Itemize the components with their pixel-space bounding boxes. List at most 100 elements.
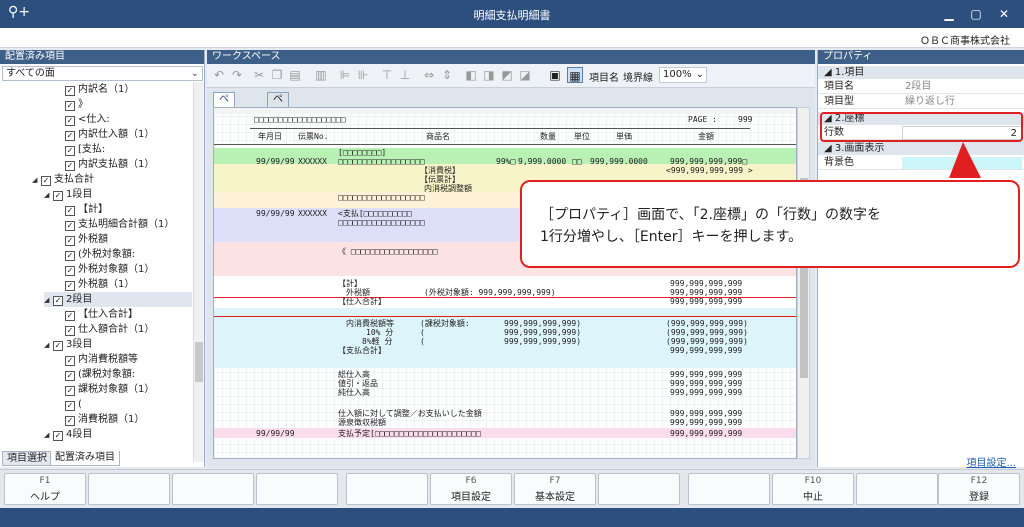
tree-item[interactable]: ✓ 仕入額合計（1） <box>56 322 192 337</box>
item-checkbox[interactable]: ✓ <box>65 371 75 381</box>
same-height-icon[interactable]: ⇕ <box>439 67 455 83</box>
tree-item[interactable]: ✓ (外税対象額: <box>56 247 192 262</box>
report-canvas[interactable]: □□□□□□□□□□□□□□□□□□□ PAGE : 999 年月日 伝票No.… <box>213 107 797 459</box>
tab-placed-items[interactable]: 配置済み項目 <box>50 451 120 466</box>
section-display[interactable]: ◢ 3.画面表示 <box>818 142 1024 155</box>
ungroup-icon[interactable]: ◪ <box>517 67 533 83</box>
f12-register-button[interactable]: F12 登録 <box>938 473 1020 505</box>
item-checkbox[interactable]: ✓ <box>65 326 75 336</box>
tree-item[interactable]: ✓ (課税対象額: <box>56 367 192 382</box>
item-checkbox[interactable]: ✓ <box>53 296 63 306</box>
grid-icon[interactable]: ▦ <box>567 67 583 83</box>
delete-icon[interactable]: ▥ <box>313 67 329 83</box>
item-checkbox[interactable]: ✓ <box>53 191 63 201</box>
tree-item[interactable]: ◢ ✓ 1段目 <box>44 187 192 202</box>
item-checkbox[interactable]: ✓ <box>53 341 63 351</box>
tree-item[interactable]: ✓ [支払: <box>56 142 192 157</box>
section-item[interactable]: ◢ 1.項目 <box>818 66 1024 79</box>
item-checkbox[interactable]: ✓ <box>65 161 75 171</box>
item-checkbox[interactable]: ✓ <box>65 311 75 321</box>
face-filter-select[interactable]: すべての面 ⌄ <box>2 66 203 81</box>
f11-button[interactable] <box>856 473 938 505</box>
tree-item[interactable]: ✓( <box>56 397 192 412</box>
image-icon[interactable]: ▣ <box>547 67 563 83</box>
item-checkbox[interactable]: ✓ <box>65 266 75 276</box>
bring-front-icon[interactable]: ◧ <box>463 67 479 83</box>
f1-help-button[interactable]: F1 ヘルプ <box>4 473 86 505</box>
item-checkbox[interactable]: ✓ <box>65 236 75 246</box>
tree-item[interactable]: ✓ 【計】 <box>56 202 192 217</box>
f7-basic-settings-button[interactable]: F7 基本設定 <box>514 473 596 505</box>
align-left-icon[interactable]: ⊫ <box>337 67 353 83</box>
tree-scrollbar[interactable] <box>193 82 204 462</box>
copy-icon[interactable]: ❐ <box>269 67 285 83</box>
item-settings-link[interactable]: 項目設定... <box>966 454 1016 469</box>
tree-item[interactable]: ◢ ✓ 2段目 <box>44 292 192 307</box>
tree-scroll-thumb[interactable] <box>195 342 203 382</box>
zoom-select[interactable]: 100% ⌄ <box>659 67 707 83</box>
f6-item-settings-button[interactable]: F6 項目設定 <box>430 473 512 505</box>
tree-item[interactable]: ◢ ✓ 4段目 <box>44 427 192 442</box>
tree-item[interactable]: ✓ 消費税額（1） <box>56 412 192 427</box>
align-top-icon[interactable]: ⊤ <box>379 67 395 83</box>
item-checkbox[interactable]: ✓ <box>65 281 75 291</box>
f2-button[interactable] <box>88 473 170 505</box>
item-checkbox[interactable]: ✓ <box>53 431 63 441</box>
tree-item[interactable]: ✓ 内訳仕入額（1） <box>56 127 192 142</box>
item-checkbox[interactable]: ✓ <box>65 356 75 366</box>
tree-item[interactable]: ✓ 内消費税額等 <box>56 352 192 367</box>
item-checkbox[interactable]: ✓ <box>65 401 75 411</box>
f8-button[interactable] <box>598 473 680 505</box>
tree-item[interactable]: ◢ ✓ 3段目 <box>44 337 192 352</box>
tree-item[interactable]: ✓ 課税対象額（1） <box>56 382 192 397</box>
align-bottom-icon[interactable]: ⊥ <box>397 67 413 83</box>
tree-item[interactable]: ◢ ✓ 支払合計 <box>32 172 192 187</box>
f4-button[interactable] <box>256 473 338 505</box>
canvas-scrollbar[interactable] <box>797 107 810 459</box>
expand-toggle-icon[interactable]: ◢ <box>44 293 53 308</box>
prop-row-bg-color[interactable]: 背景色 <box>818 156 1024 170</box>
send-back-icon[interactable]: ◨ <box>481 67 497 83</box>
f5-button[interactable] <box>346 473 428 505</box>
item-checkbox[interactable]: ✓ <box>65 386 75 396</box>
item-checkbox[interactable]: ✓ <box>41 176 51 186</box>
tree-item[interactable]: ✓ <仕入: <box>56 112 192 127</box>
cut-icon[interactable]: ✂ <box>251 67 267 83</box>
align-right-icon[interactable]: ⊪ <box>355 67 371 83</box>
item-checkbox[interactable]: ✓ <box>65 416 75 426</box>
tree-item[interactable]: ✓ 》 <box>56 97 192 112</box>
tab-item-select[interactable]: 項目選択 <box>2 451 52 466</box>
item-checkbox[interactable]: ✓ <box>65 251 75 261</box>
item-checkbox[interactable]: ✓ <box>65 131 75 141</box>
f3-button[interactable] <box>172 473 254 505</box>
tree-item[interactable]: ✓ 外税対象額（1） <box>56 262 192 277</box>
tree-item[interactable]: ✓ 外税額（1） <box>56 277 192 292</box>
expand-toggle-icon[interactable]: ◢ <box>44 188 53 203</box>
maximize-button[interactable]: ▢ <box>965 4 987 24</box>
f10-cancel-button[interactable]: F10 中止 <box>772 473 854 505</box>
tab-page-2[interactable]: ページ2 <box>267 92 289 147</box>
field-name-toggle[interactable]: 項目名 <box>589 69 619 84</box>
item-checkbox[interactable]: ✓ <box>65 116 75 126</box>
minimize-button[interactable]: ▁ <box>938 4 960 24</box>
expand-toggle-icon[interactable]: ◢ <box>44 338 53 353</box>
group-icon[interactable]: ◩ <box>499 67 515 83</box>
paste-icon[interactable]: ▤ <box>287 67 303 83</box>
item-checkbox[interactable]: ✓ <box>65 86 75 96</box>
tree-item[interactable]: ✓ 支払明細合計額（1） <box>56 217 192 232</box>
tab-page-1[interactable]: ページ1 <box>213 92 235 147</box>
close-button[interactable]: ✕ <box>993 4 1015 24</box>
redo-icon[interactable]: ↷ <box>229 67 245 83</box>
tree-item[interactable]: ✓ 内訳支払額（1） <box>56 157 192 172</box>
item-checkbox[interactable]: ✓ <box>65 101 75 111</box>
item-checkbox[interactable]: ✓ <box>65 206 75 216</box>
expand-toggle-icon[interactable]: ◢ <box>44 428 53 443</box>
undo-icon[interactable]: ↶ <box>211 67 227 83</box>
tree-item[interactable]: ✓ 外税額 <box>56 232 192 247</box>
f9-button[interactable] <box>688 473 770 505</box>
item-checkbox[interactable]: ✓ <box>65 146 75 156</box>
item-checkbox[interactable]: ✓ <box>65 221 75 231</box>
expand-toggle-icon[interactable]: ◢ <box>32 173 41 188</box>
boundary-toggle[interactable]: 境界線 <box>623 69 653 84</box>
same-width-icon[interactable]: ⇔ <box>421 67 437 83</box>
